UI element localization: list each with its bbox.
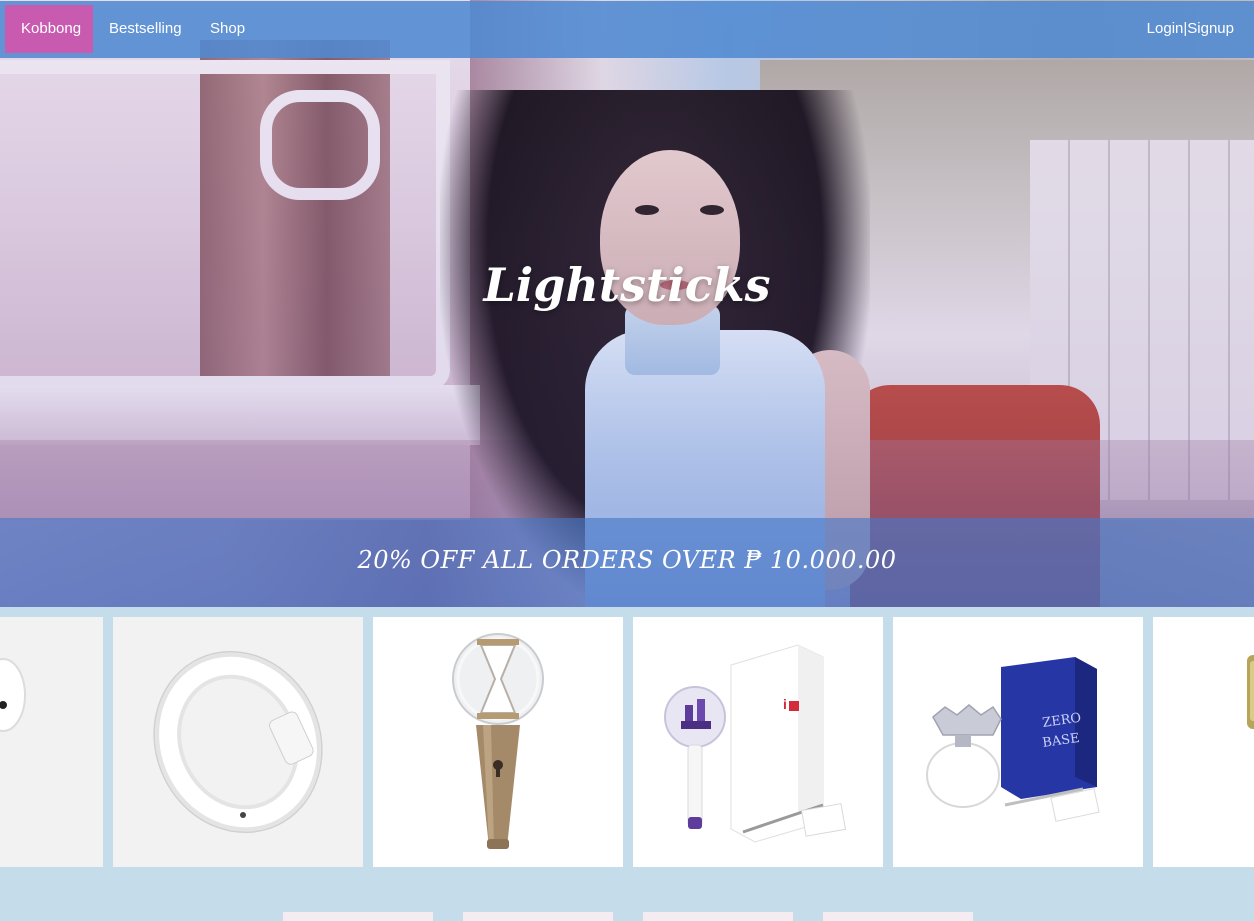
product-card[interactable] [0, 617, 103, 867]
promo-text: 20% OFF ALL ORDERS OVER ₱ 10.000.00 [357, 546, 897, 574]
top-navbar: Kobbong Bestselling Shop Login|Signup [0, 1, 1254, 58]
product-carousel: i ZERO BASE [0, 617, 1254, 867]
next-row-card[interactable] [283, 912, 433, 921]
hero-title: Lightsticks [483, 258, 771, 312]
auth-links: Login|Signup [1147, 5, 1234, 53]
next-row-card[interactable] [463, 912, 613, 921]
product-card[interactable] [113, 617, 363, 867]
next-row-card[interactable] [823, 912, 973, 921]
product-image-castle-lightstick: i [664, 644, 847, 843]
product-card[interactable] [373, 617, 623, 867]
svg-text:i: i [783, 696, 787, 712]
signup-link[interactable]: Signup [1187, 20, 1234, 37]
product-card[interactable]: i [633, 617, 883, 867]
product-image-gold-lightstick [1247, 655, 1254, 729]
nav-brand-link[interactable]: Kobbong [5, 5, 93, 53]
product-image-white-lightstick [0, 658, 26, 732]
nav-link-bestselling[interactable]: Bestselling [93, 5, 198, 53]
nav-link-shop[interactable]: Shop [194, 5, 261, 53]
product-card[interactable] [1153, 617, 1254, 867]
product-image-hourglass-lightstick [452, 633, 544, 849]
product-image-flower-lightstick: ZERO BASE [926, 657, 1100, 822]
product-image-ring-lightstick [153, 650, 323, 834]
next-row-card[interactable] [643, 912, 793, 921]
product-card[interactable]: ZERO BASE [893, 617, 1143, 867]
login-link[interactable]: Login [1147, 20, 1184, 37]
